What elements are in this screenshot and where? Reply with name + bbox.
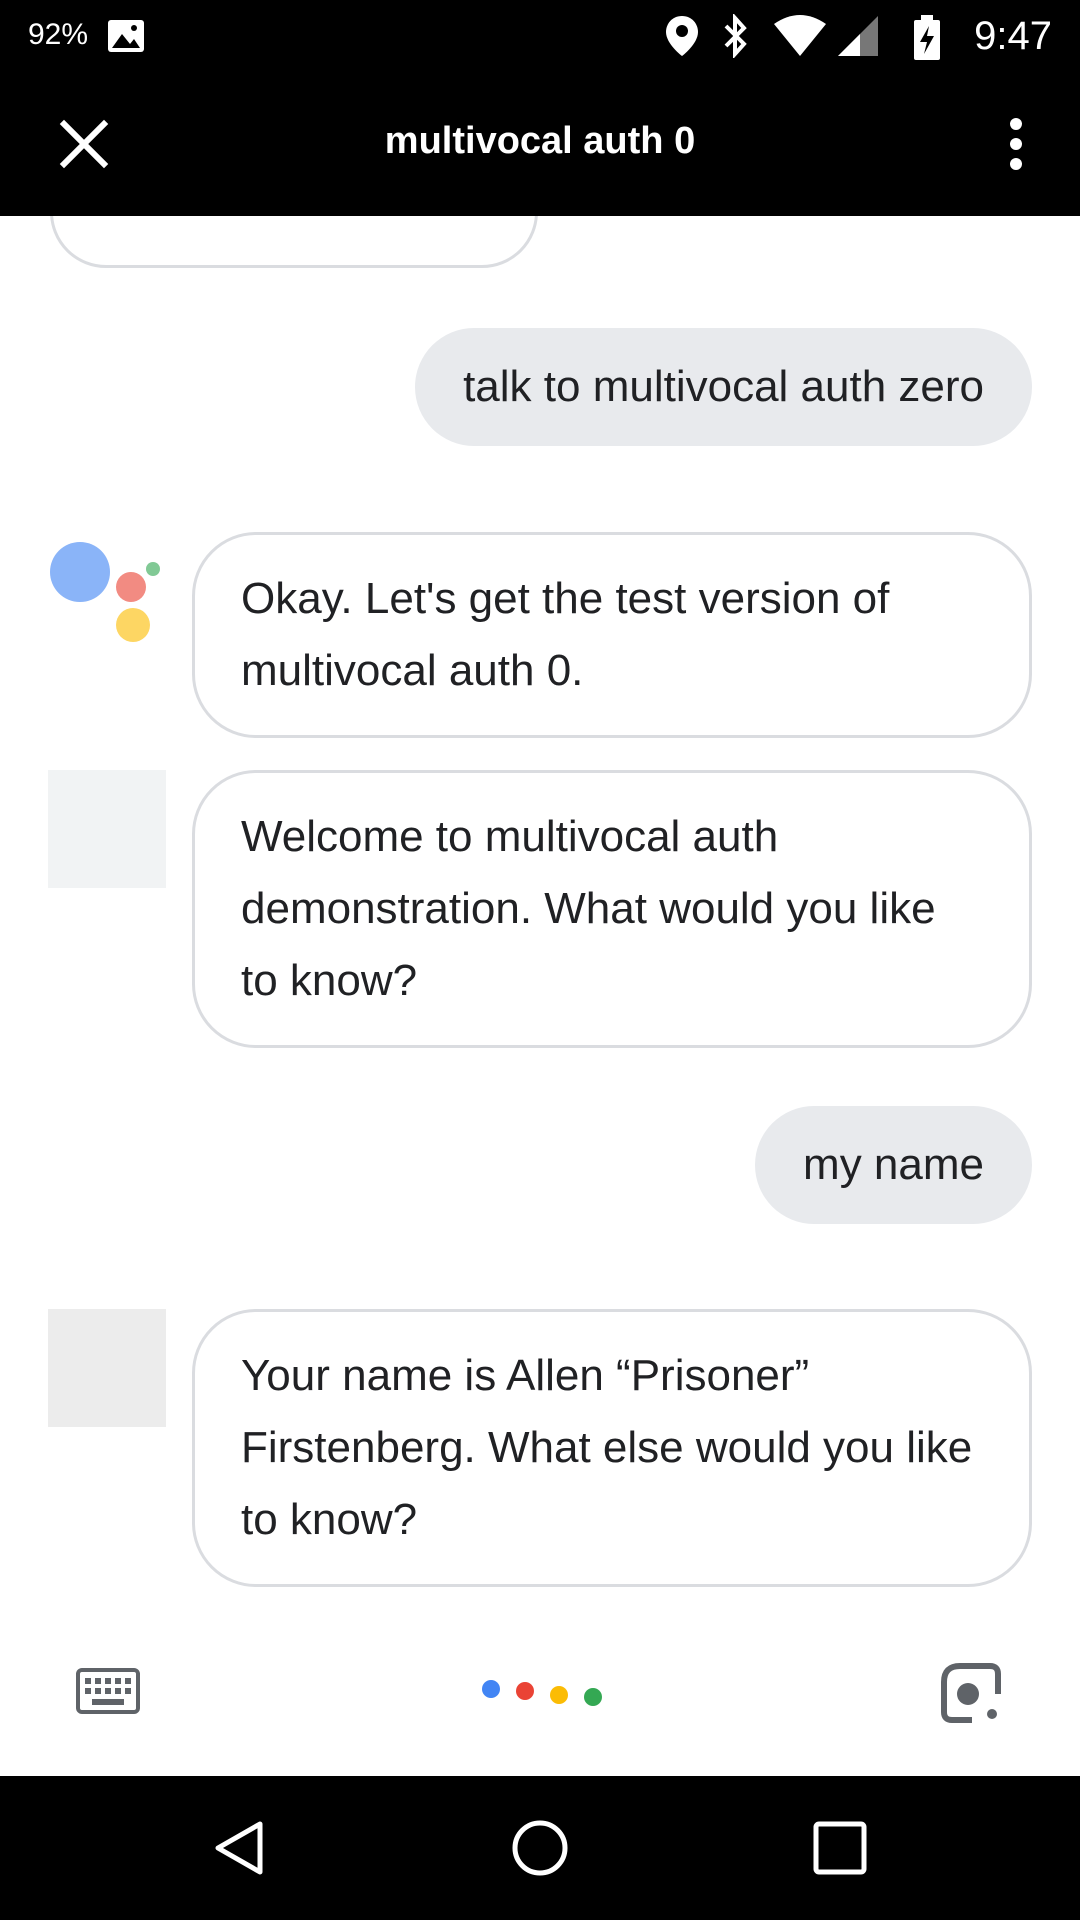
lens-icon[interactable] <box>940 1662 1002 1724</box>
assistant-message-text: Okay. Let's get the test version of mult… <box>241 574 890 695</box>
mic-dot-green <box>584 1688 602 1706</box>
conversation-title: multivocal auth 0 <box>384 120 696 162</box>
battery-charging-icon <box>912 14 942 67</box>
wifi-icon <box>772 14 828 63</box>
keyboard-icon[interactable] <box>76 1668 140 1714</box>
mic-dot-blue <box>482 1680 500 1698</box>
cell-signal-icon <box>836 14 880 63</box>
assistant-logo-icon <box>48 538 164 658</box>
user-message-text: talk to multivocal auth zero <box>463 362 984 411</box>
more-vert-icon[interactable] <box>998 116 1034 172</box>
assistant-message: Okay. Let's get the test version of mult… <box>192 532 1032 738</box>
mic-dot-red <box>516 1682 534 1700</box>
logo-dot-red <box>116 572 146 602</box>
assistant-message-text: Welcome to multivocal auth demonstration… <box>241 812 936 1005</box>
logo-dot-yellow <box>116 608 150 642</box>
image-icon <box>106 16 146 61</box>
assistant-input-bar <box>0 1616 1080 1776</box>
user-message: talk to multivocal auth zero <box>415 328 1032 446</box>
home-icon[interactable] <box>510 1818 570 1878</box>
action-avatar <box>48 770 166 888</box>
mic-dot-yellow <box>550 1686 568 1704</box>
back-icon[interactable] <box>210 1818 270 1878</box>
logo-dot-green <box>146 562 160 576</box>
assistant-message: Welcome to multivocal auth demonstration… <box>192 770 1032 1048</box>
location-icon <box>664 14 700 63</box>
battery-percent: 92% <box>28 18 89 51</box>
conversation[interactable]: talk to multivocal auth zero Okay. Let's… <box>0 216 1080 1616</box>
previous-message-bubble <box>50 216 538 268</box>
bluetooth-icon <box>720 12 752 63</box>
assistant-mic-dots[interactable] <box>480 1678 610 1708</box>
action-avatar <box>48 1309 166 1427</box>
recents-icon[interactable] <box>810 1818 870 1878</box>
assistant-message-text: Your name is Allen “Prisoner” Firstenber… <box>241 1351 973 1544</box>
status-bar: 92% 9:47 <box>0 0 1080 72</box>
user-message-text: my name <box>803 1140 984 1189</box>
app-bar: multivocal auth 0 <box>0 72 1080 216</box>
user-message: my name <box>755 1106 1032 1224</box>
clock: 9:47 <box>974 14 1052 58</box>
logo-dot-blue <box>50 542 110 602</box>
system-nav-bar <box>0 1776 1080 1920</box>
assistant-message: Your name is Allen “Prisoner” Firstenber… <box>192 1309 1032 1587</box>
